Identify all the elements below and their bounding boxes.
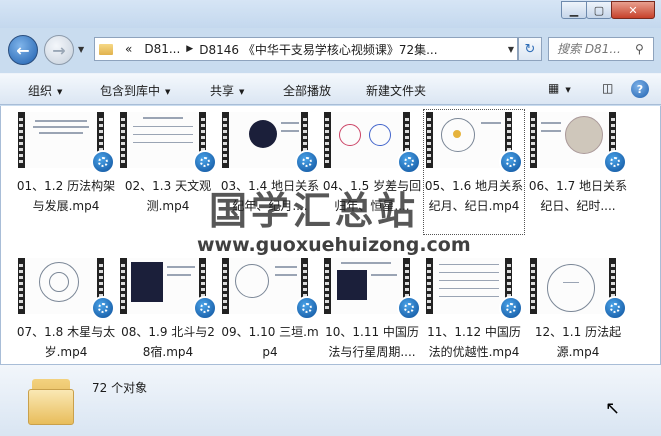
include-library-label: 包含到库中 bbox=[100, 84, 161, 98]
new-folder-button[interactable]: 新建文件夹 bbox=[366, 82, 426, 99]
file-item[interactable]: 05、1.6 地月关系纪月、纪日.mp4 bbox=[423, 109, 525, 235]
chevron-down-icon: ▼ bbox=[78, 45, 85, 54]
file-item[interactable]: 08、1.9 北斗与28宿.mp4 bbox=[118, 256, 218, 380]
video-player-icon bbox=[295, 150, 319, 174]
file-item[interactable]: 12、1.1 历法起源.mp4 bbox=[528, 256, 628, 380]
file-name: 08、1.9 北斗与28宿.mp4 bbox=[121, 325, 215, 359]
address-dropdown[interactable]: ▼ bbox=[504, 37, 518, 61]
video-player-icon bbox=[295, 296, 319, 320]
chevron-down-icon: ▼ bbox=[507, 44, 515, 54]
file-name: 12、1.1 历法起源.mp4 bbox=[534, 325, 622, 359]
file-name: 01、1.2 历法构架与发展.mp4 bbox=[16, 179, 116, 213]
share-menu[interactable]: 共享 ▼ bbox=[210, 82, 244, 99]
help-icon: ? bbox=[636, 82, 644, 96]
video-player-icon bbox=[193, 150, 217, 174]
file-name: 05、1.6 地月关系纪月、纪日.mp4 bbox=[424, 179, 524, 213]
video-player-icon bbox=[91, 150, 115, 174]
chevron-down-icon: ▼ bbox=[165, 87, 171, 96]
breadcrumb-overflow[interactable]: « bbox=[125, 42, 132, 56]
organize-label: 组织 bbox=[28, 84, 53, 98]
search-box[interactable]: ⚲ bbox=[548, 37, 654, 61]
help-button[interactable]: ? bbox=[631, 80, 649, 98]
refresh-button[interactable]: ↻ bbox=[518, 37, 542, 61]
file-item[interactable]: 06、1.7 地日关系纪日、纪时.... bbox=[528, 110, 628, 234]
view-options-button[interactable]: ▦ ▼ bbox=[548, 81, 571, 95]
video-player-icon bbox=[499, 150, 523, 174]
play-all-button[interactable]: 全部播放 bbox=[283, 82, 331, 99]
video-player-icon bbox=[603, 296, 627, 320]
back-button[interactable]: ← bbox=[8, 35, 38, 65]
mouse-cursor-icon: ↖ bbox=[605, 398, 621, 419]
item-count: 72 个对象 bbox=[92, 381, 148, 395]
file-name: 06、1.7 地日关系纪日、纪时.... bbox=[528, 179, 628, 213]
arrow-left-icon: ← bbox=[16, 40, 30, 60]
search-icon[interactable]: ⚲ bbox=[635, 42, 653, 56]
maximize-button[interactable]: ▢ bbox=[586, 1, 612, 19]
organize-menu[interactable]: 组织 ▼ bbox=[28, 82, 62, 99]
video-player-icon bbox=[499, 296, 523, 320]
preview-pane-button[interactable]: ◫ bbox=[602, 81, 613, 95]
folder-icon bbox=[28, 375, 74, 427]
minimize-button[interactable]: ▁ bbox=[561, 1, 587, 19]
navigation-bar: ← → ▼ « D81... ▶ D8146 《中华干支易学核心视频课》72集.… bbox=[0, 28, 661, 68]
window-controls: ▁ ▢ ✕ bbox=[561, 1, 655, 19]
refresh-icon: ↻ bbox=[524, 41, 536, 57]
video-player-icon bbox=[397, 150, 421, 174]
file-view[interactable]: 01、1.2 历法构架与发展.mp4 02、1.3 天文观测.mp4 03、1.… bbox=[0, 106, 661, 364]
details-pane: 72 个对象 bbox=[0, 364, 661, 436]
file-name: 09、1.10 三垣.mp4 bbox=[221, 325, 319, 359]
share-label: 共享 bbox=[210, 84, 235, 98]
file-name: 10、1.11 中国历法与行星周期.... bbox=[325, 325, 419, 359]
breadcrumb-separator-icon[interactable]: ▶ bbox=[186, 44, 193, 54]
view-grid-icon: ▦ bbox=[548, 81, 560, 95]
address-bar[interactable]: « D81... ▶ D8146 《中华干支易学核心视频课》72集... bbox=[94, 37, 518, 61]
file-item[interactable]: 02、1.3 天文观测.mp4 bbox=[118, 110, 218, 234]
video-player-icon bbox=[397, 296, 421, 320]
preview-pane-icon: ◫ bbox=[602, 81, 614, 95]
file-item[interactable]: 09、1.10 三垣.mp4 bbox=[220, 256, 320, 380]
close-button[interactable]: ✕ bbox=[611, 1, 655, 19]
chevron-down-icon: ▼ bbox=[565, 86, 571, 94]
file-item[interactable]: 10、1.11 中国历法与行星周期.... bbox=[322, 256, 422, 380]
file-name: 11、1.12 中国历法的优越性.mp4 bbox=[427, 325, 521, 359]
title-bar: ▁ ▢ ✕ bbox=[0, 0, 661, 28]
chevron-down-icon: ▼ bbox=[239, 87, 245, 96]
file-name: 02、1.3 天文观测.mp4 bbox=[124, 179, 212, 213]
include-library-menu[interactable]: 包含到库中 ▼ bbox=[100, 82, 170, 99]
chevron-down-icon: ▼ bbox=[57, 87, 63, 96]
file-item[interactable]: 11、1.12 中国历法的优越性.mp4 bbox=[424, 256, 524, 380]
arrow-right-icon: → bbox=[52, 40, 66, 60]
forward-button[interactable]: → bbox=[44, 35, 74, 65]
command-bar: 组织 ▼ 包含到库中 ▼ 共享 ▼ 全部播放 新建文件夹 ▦ ▼ ◫ ? bbox=[0, 73, 661, 105]
breadcrumb-item[interactable]: D8146 《中华干支易学核心视频课》72集... bbox=[199, 41, 437, 58]
file-item[interactable]: 01、1.2 历法构架与发展.mp4 bbox=[16, 110, 116, 234]
history-dropdown[interactable]: ▼ bbox=[78, 45, 84, 54]
file-name: 07、1.8 木星与太岁.mp4 bbox=[16, 325, 116, 359]
watermark-url: www.guoxuehuizong.com bbox=[197, 234, 471, 256]
breadcrumb-item[interactable]: D81... bbox=[144, 42, 180, 56]
search-input[interactable] bbox=[557, 42, 629, 56]
file-item[interactable]: 07、1.8 木星与太岁.mp4 bbox=[16, 256, 116, 380]
watermark-title: 国学汇总站 bbox=[209, 189, 420, 233]
video-player-icon bbox=[91, 296, 115, 320]
video-player-icon bbox=[193, 296, 217, 320]
video-player-icon bbox=[603, 150, 627, 174]
folder-icon bbox=[99, 43, 113, 55]
